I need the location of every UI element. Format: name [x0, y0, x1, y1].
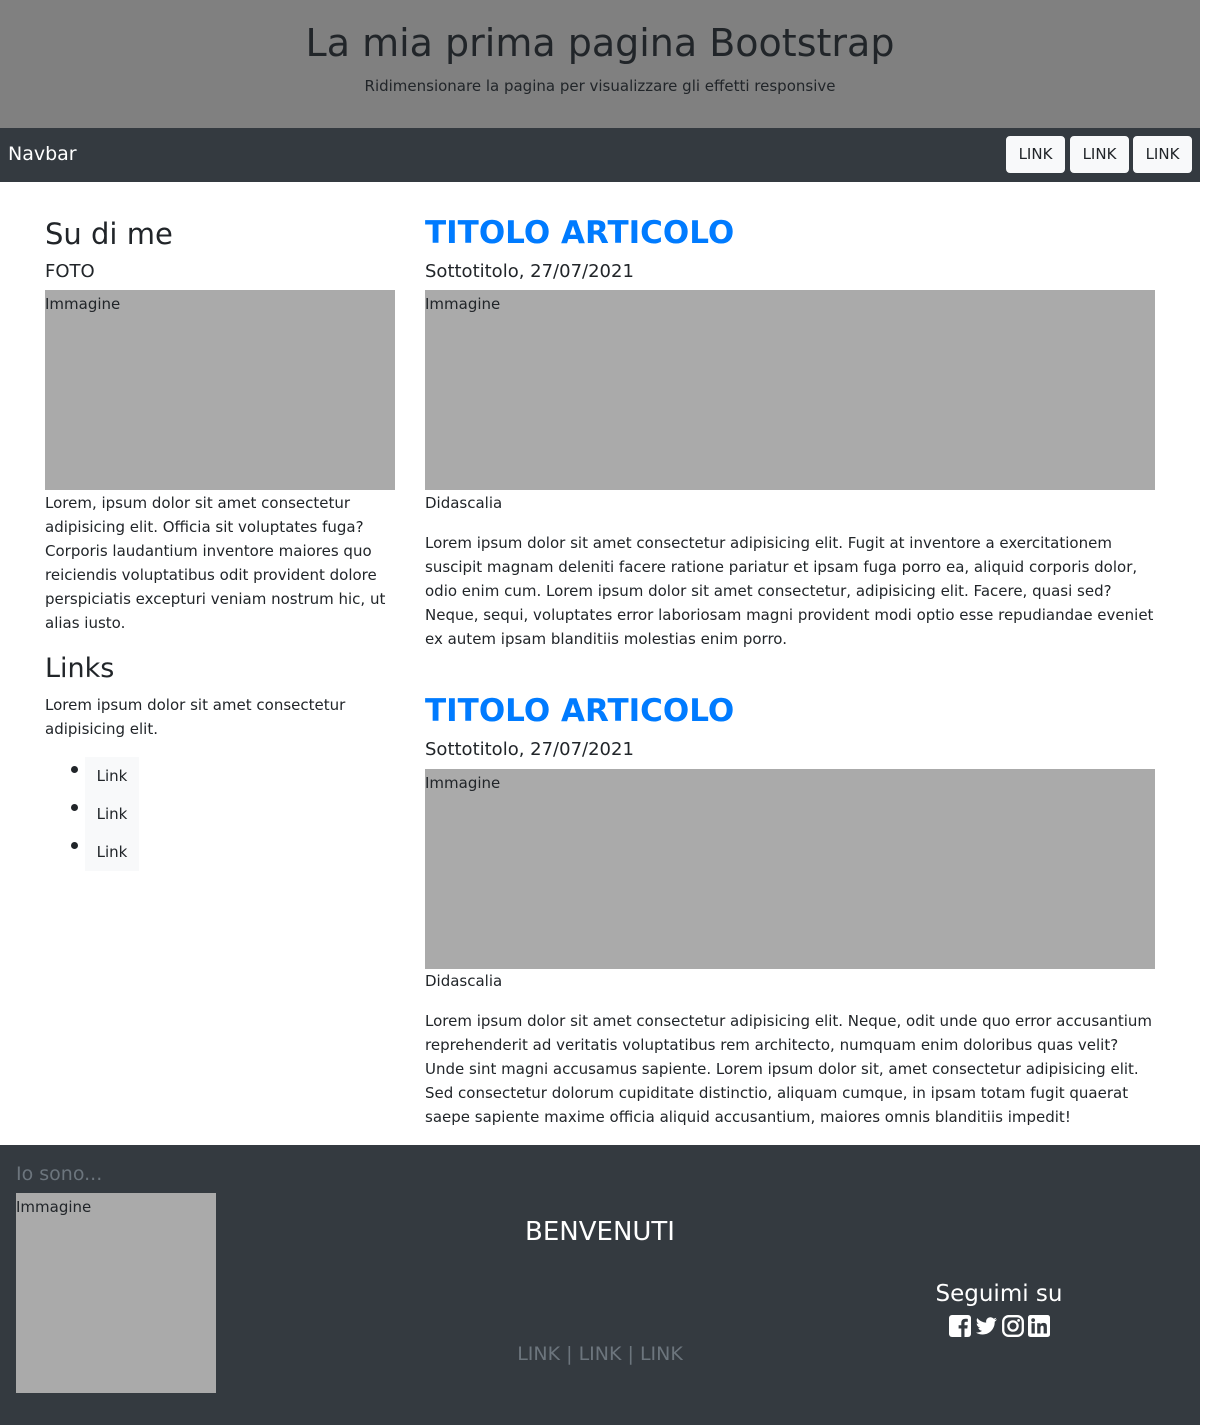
bullet-icon [71, 766, 78, 773]
nav-link-2[interactable]: LINK [1070, 136, 1129, 173]
sidebar-link-3[interactable]: Link [85, 833, 139, 871]
links-text: Lorem ipsum dolor sit amet consectetur a… [45, 696, 346, 738]
navbar: Navbar LINK LINK LINK [0, 128, 1200, 182]
article-1-title[interactable]: TITOLO ARTICOLO [425, 214, 734, 252]
footer-link-3[interactable]: LINK [640, 1343, 683, 1365]
image-label: Immagine [425, 295, 501, 313]
bullet-icon [71, 842, 78, 849]
list-item: Link [45, 833, 165, 871]
about-heading: Su di me [45, 217, 173, 251]
links-heading: Links [45, 653, 115, 684]
sidebar-link-1[interactable]: Link [85, 757, 139, 795]
article-2-image: Immagine [425, 769, 1155, 969]
footer-link-1[interactable]: LINK [517, 1343, 560, 1365]
article-1-body: Lorem ipsum dolor sit amet consectetur a… [425, 534, 1154, 648]
footer-separator: | [627, 1343, 634, 1365]
article-1-subtitle: Sottotitolo, 27/07/2021 [425, 261, 634, 282]
list-item: Link [45, 757, 165, 795]
linkedin-icon[interactable] [1027, 1314, 1051, 1338]
facebook-icon[interactable] [948, 1314, 972, 1338]
footer-links: LINK | LINK | LINK [400, 1341, 800, 1367]
image-label: Immagine [16, 1198, 92, 1216]
footer-follow: Seguimi su [935, 1281, 1063, 1307]
bullet-icon [71, 804, 78, 811]
article-2-title[interactable]: TITOLO ARTICOLO [425, 692, 734, 730]
footer-iam: Io sono... [16, 1163, 103, 1185]
photo-label: FOTO [45, 261, 95, 282]
footer-link-2[interactable]: LINK [579, 1343, 622, 1365]
nav-link-3[interactable]: LINK [1133, 136, 1192, 173]
page-header: La mia prima pagina Bootstrap Ridimensio… [0, 0, 1200, 128]
article-2-subtitle: Sottotitolo, 27/07/2021 [425, 739, 634, 760]
about-image: Immagine [45, 290, 395, 490]
article-1-caption: Didascalia [425, 494, 503, 512]
instagram-icon[interactable] [1001, 1314, 1025, 1338]
footer-separator: | [566, 1343, 573, 1365]
footer-image: Immagine [16, 1193, 216, 1393]
article-1-image: Immagine [425, 290, 1155, 490]
sidebar-link-2[interactable]: Link [85, 795, 139, 833]
navbar-brand[interactable]: Navbar [8, 141, 77, 167]
footer: Io sono... Immagine BENVENUTI LINK | LIN… [0, 1145, 1200, 1425]
nav-link-1[interactable]: LINK [1006, 136, 1065, 173]
article-2-caption: Didascalia [425, 972, 503, 990]
article-2-body: Lorem ipsum dolor sit amet consectetur a… [425, 1012, 1153, 1126]
page-subtitle: Ridimensionare la pagina per visualizzar… [364, 77, 836, 95]
list-item: Link [45, 795, 165, 833]
twitter-icon[interactable] [974, 1314, 998, 1338]
page-title: La mia prima pagina Bootstrap [305, 21, 895, 65]
sidebar-links: Link Link Link [45, 757, 165, 871]
about-text: Lorem, ipsum dolor sit amet consectetur … [45, 494, 386, 632]
footer-welcome: BENVENUTI [525, 1217, 675, 1247]
image-label: Immagine [425, 774, 501, 792]
image-label: Immagine [45, 295, 121, 313]
